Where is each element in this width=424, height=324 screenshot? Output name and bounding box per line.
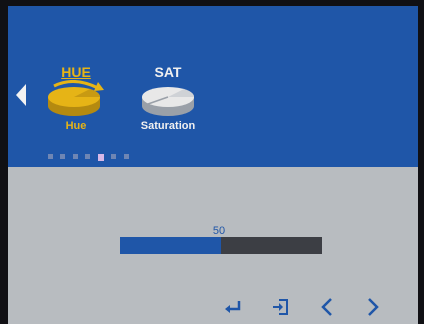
right-arrow-icon bbox=[368, 298, 379, 316]
exit-button[interactable] bbox=[270, 296, 292, 318]
previous-button[interactable] bbox=[316, 296, 338, 318]
page-dot bbox=[60, 154, 66, 159]
next-button[interactable] bbox=[362, 296, 384, 318]
enter-icon bbox=[225, 301, 241, 313]
page-dot bbox=[48, 154, 53, 159]
slider-value: 50 bbox=[212, 225, 226, 237]
page-dot bbox=[72, 154, 78, 159]
osd-screen: HUE Hue SAT Saturation 50 bbox=[8, 6, 418, 324]
slider-fill bbox=[120, 237, 221, 254]
hue-icon bbox=[48, 80, 104, 116]
menu-item-label: Saturation bbox=[140, 120, 196, 132]
menu-item-label: Hue bbox=[65, 120, 87, 132]
page-dot bbox=[123, 154, 129, 159]
menu-item-abbr: HUE bbox=[61, 64, 91, 80]
hue-slider[interactable] bbox=[120, 237, 322, 254]
enter-button[interactable] bbox=[222, 296, 244, 318]
page-dot bbox=[111, 154, 117, 159]
left-arrow-icon bbox=[321, 298, 332, 316]
scroll-left-arrow-icon[interactable] bbox=[16, 84, 26, 106]
saturation-icon bbox=[142, 87, 195, 116]
menu-item-saturation[interactable]: SAT Saturation bbox=[124, 64, 212, 133]
menu-item-abbr: SAT bbox=[154, 64, 182, 80]
menu-item-hue[interactable]: HUE Hue bbox=[42, 64, 110, 133]
exit-icon bbox=[273, 299, 288, 315]
page-dot bbox=[85, 154, 91, 159]
menu-panel: HUE Hue SAT Saturation bbox=[8, 6, 418, 167]
page-indicator bbox=[48, 154, 132, 161]
page-dot-active bbox=[97, 154, 104, 161]
